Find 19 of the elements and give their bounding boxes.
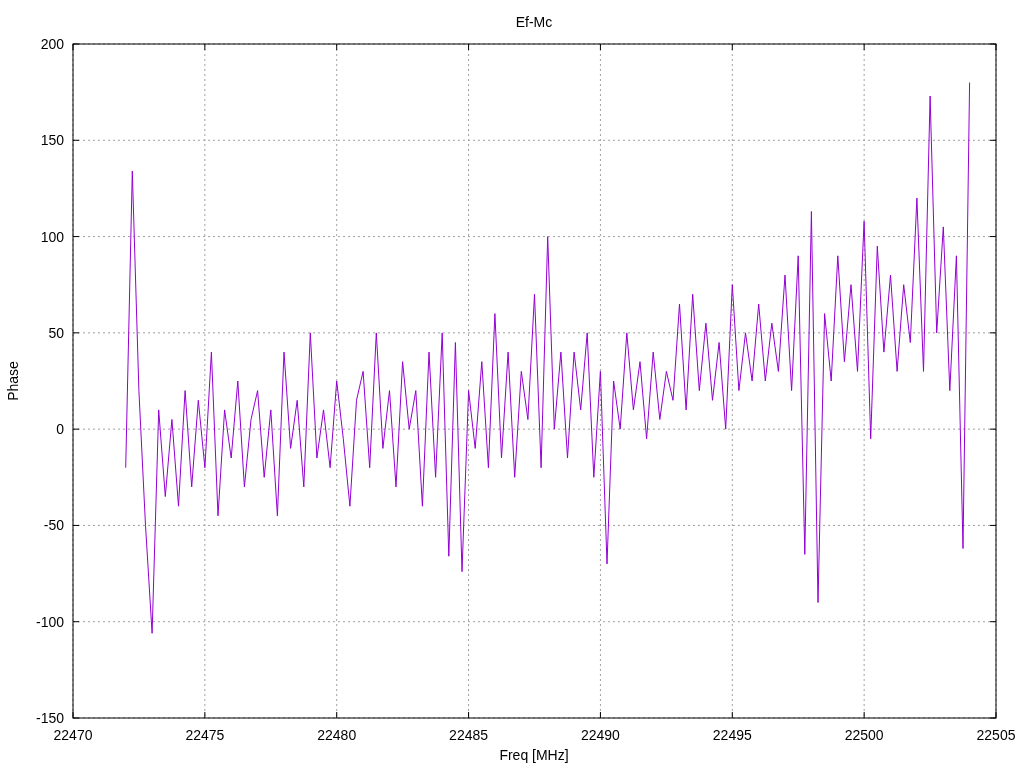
y-tick-label: -150 [35,710,64,726]
chart-title: Ef-Mc [515,14,553,30]
y-tick-label: -50 [43,517,64,534]
y-tick-label: 200 [40,36,64,52]
x-tick-label: 22480 [317,727,357,743]
x-tick-label: 22475 [185,727,225,743]
y-tick-label: 150 [40,132,64,149]
y-tick-label: -100 [35,613,64,630]
y-tick-label: 50 [48,324,64,341]
y-tick-label: 100 [40,228,64,245]
x-tick-label: 22490 [580,727,620,743]
x-tick-label: 22505 [976,727,1016,743]
x-tick-label: 22485 [449,727,489,743]
y-axis-label: Phase [5,361,21,401]
x-axis-label: Freq [MHz] [499,747,569,763]
y-tick-label: 0 [56,421,64,438]
x-tick-label: 22500 [844,727,884,743]
x-tick-label: 22495 [712,727,752,743]
x-tick-label: 22470 [53,727,93,743]
